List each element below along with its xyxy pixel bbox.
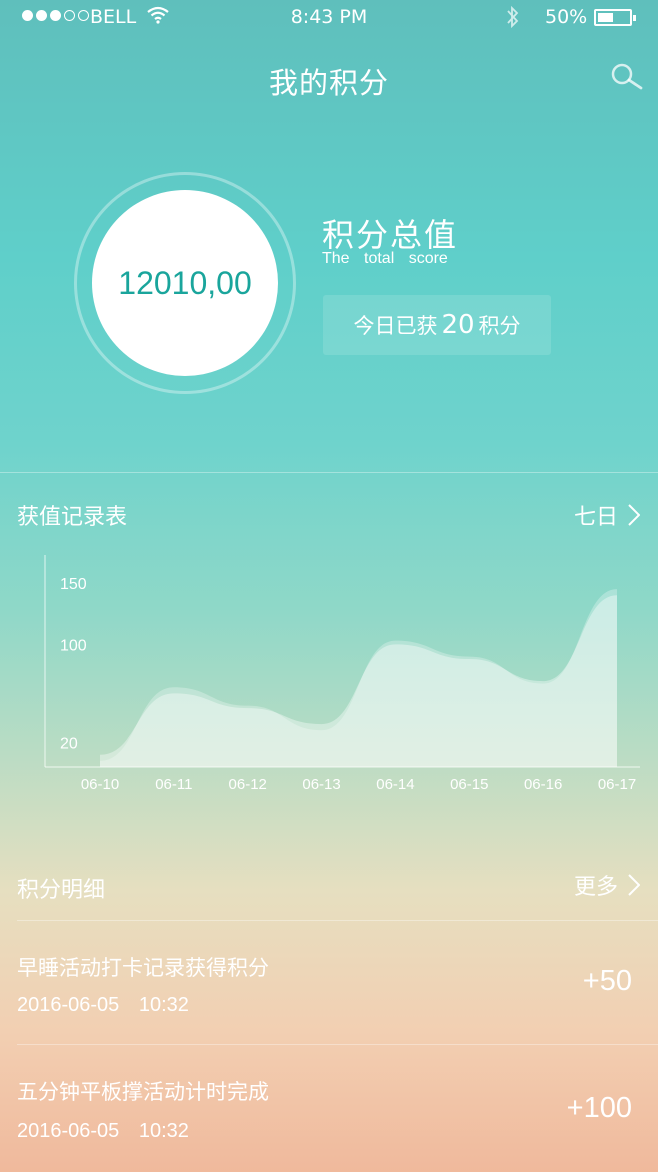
total-score-sublabel: The total score: [322, 250, 448, 267]
area-series-2: [100, 595, 617, 767]
record-title: 五分钟平板撑活动计时完成: [17, 1080, 269, 1104]
bluetooth-icon: [505, 4, 521, 35]
history-title: 获值记录表: [17, 505, 128, 530]
x-tick-label: 06-15: [450, 776, 488, 793]
section-divider: [0, 472, 658, 473]
x-tick-label: 06-10: [81, 776, 119, 793]
record-time: 2016-06-05 10:32: [17, 1120, 189, 1142]
record-time: 2016-06-05 10:32: [17, 994, 189, 1016]
page-title: 我的积分: [268, 66, 389, 100]
record-points: +50: [582, 965, 632, 997]
records-divider: [17, 920, 658, 921]
x-tick-label: 06-12: [229, 776, 267, 793]
x-tick-label: 06-17: [598, 776, 636, 793]
y-tick-label: 20: [60, 735, 78, 752]
records-more-label: 更多: [573, 875, 618, 900]
today-suffix: 积分: [478, 314, 521, 338]
battery-percent: 50%: [545, 6, 588, 28]
today-earned-badge: 今日已获 20 积分: [323, 295, 551, 355]
today-value: 20: [441, 310, 475, 340]
x-tick-label: 06-16: [524, 776, 562, 793]
y-tick-label: 100: [60, 637, 87, 654]
x-tick-label: 06-14: [376, 776, 414, 793]
x-tick-label: 06-11: [155, 776, 192, 793]
battery-icon: [594, 9, 636, 26]
total-score-value: 12010,00: [92, 190, 278, 376]
record-title: 早睡活动打卡记录获得积分: [17, 956, 269, 980]
record-divider: [17, 1044, 658, 1045]
records-more-button[interactable]: 更多: [574, 869, 640, 901]
records-title: 积分明细: [17, 878, 106, 903]
history-range-label: 七日: [573, 505, 618, 530]
history-range-button[interactable]: 七日: [574, 499, 640, 531]
x-tick-label: 06-13: [302, 776, 340, 793]
record-points: +100: [566, 1092, 632, 1124]
status-bar: BELL 8:43 PM 50%: [0, 0, 658, 36]
today-prefix: 今日已获: [353, 314, 438, 338]
search-icon[interactable]: [610, 62, 644, 96]
chevron-right-icon: [628, 504, 640, 526]
chevron-right-icon: [628, 874, 640, 896]
y-tick-label: 150: [60, 576, 87, 593]
history-chart: 150 100 20 06-10 06-11 06-12 06-13 06-14 06-15 06…: [44, 555, 640, 793]
